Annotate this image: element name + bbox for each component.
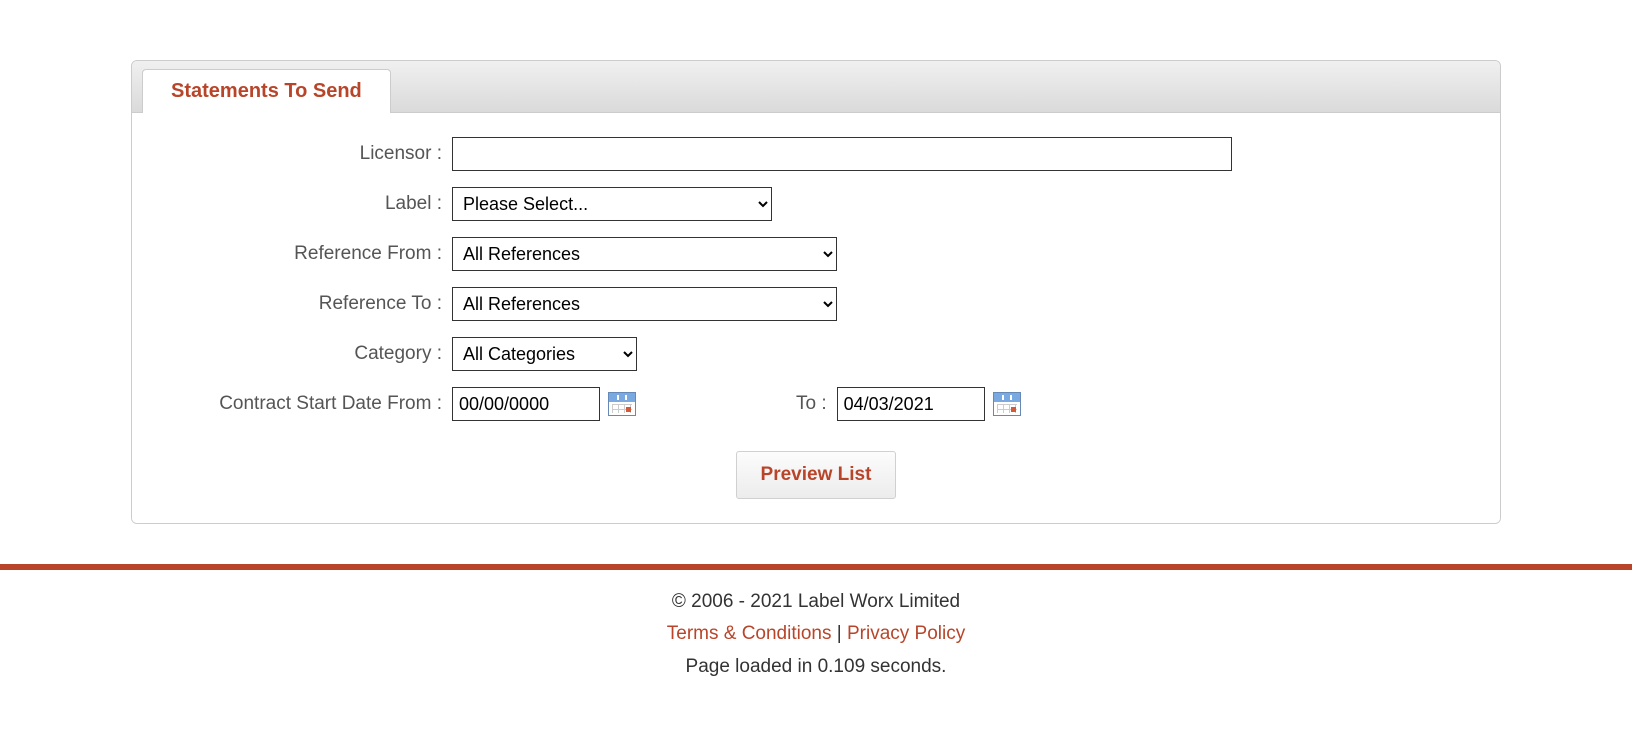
label-select[interactable]: Please Select... (452, 187, 772, 221)
footer-pipe: | (831, 623, 847, 644)
calendar-icon[interactable] (608, 392, 636, 416)
tab-statements-to-send[interactable]: Statements To Send (142, 69, 391, 113)
reference-from-select[interactable]: All References (452, 237, 837, 271)
date-to-input[interactable] (837, 387, 985, 421)
date-from-input[interactable] (452, 387, 600, 421)
licensor-label: Licensor : (152, 143, 452, 165)
category-label: Category : (152, 343, 452, 365)
label-label: Label : (152, 193, 452, 215)
privacy-link[interactable]: Privacy Policy (847, 623, 965, 644)
statements-panel: Statements To Send Licensor : Label : Pl… (131, 60, 1501, 524)
date-to-label: To : (796, 393, 827, 415)
load-time-text: Page loaded in 0.109 seconds. (0, 651, 1632, 683)
panel-body: Licensor : Label : Please Select... Refe… (132, 112, 1500, 523)
preview-list-button[interactable]: Preview List (736, 451, 897, 499)
reference-from-label: Reference From : (152, 243, 452, 265)
category-select[interactable]: All Categories (452, 337, 637, 371)
reference-to-label: Reference To : (152, 293, 452, 315)
date-from-label: Contract Start Date From : (152, 393, 452, 415)
footer: © 2006 - 2021 Label Worx Limited Terms &… (0, 570, 1632, 699)
tab-header: Statements To Send (132, 61, 1500, 112)
terms-link[interactable]: Terms & Conditions (667, 623, 832, 644)
reference-to-select[interactable]: All References (452, 287, 837, 321)
licensor-input[interactable] (452, 137, 1232, 171)
calendar-icon[interactable] (993, 392, 1021, 416)
copyright-text: © 2006 - 2021 Label Worx Limited (0, 586, 1632, 618)
